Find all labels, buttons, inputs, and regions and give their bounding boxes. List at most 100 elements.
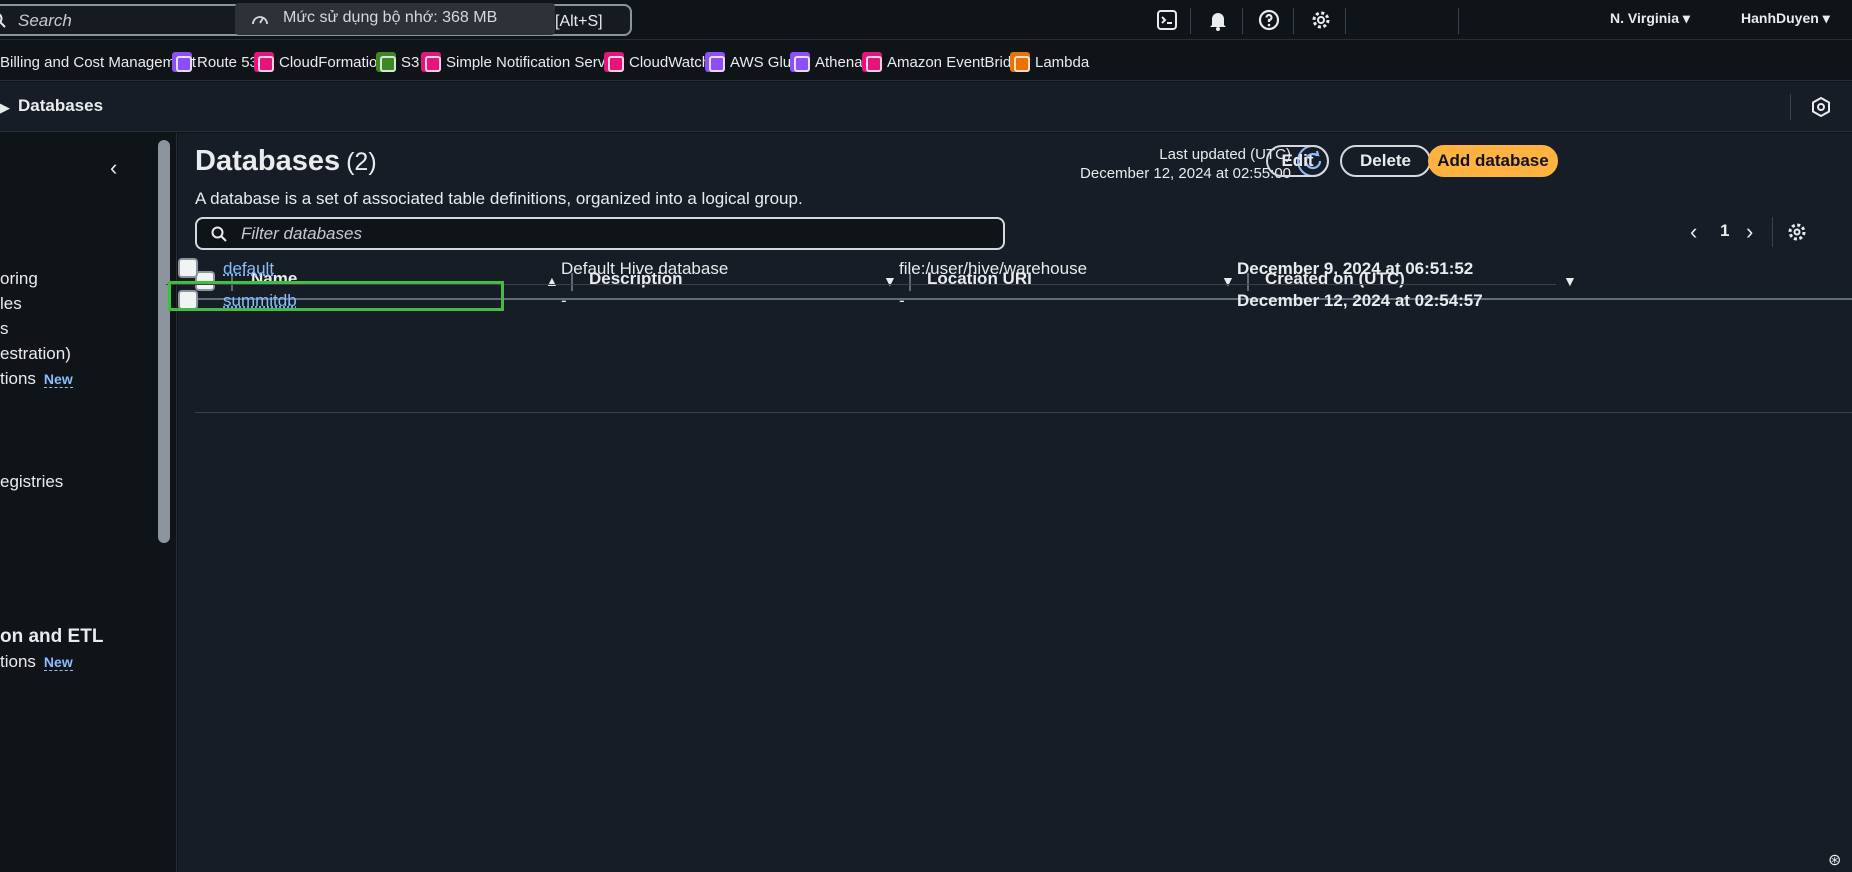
sort-icon[interactable]: ▼ [1563,273,1577,289]
toolbar-divider [1293,8,1294,34]
side-navigation: ‹ oring les s estration) tions New egistr… [0,133,155,872]
cloudformation-icon [254,52,274,72]
favorite-label: Billing and Cost Management [0,53,196,71]
table-row[interactable] [195,381,1852,413]
favorite-label: S3 [401,53,420,71]
favorite-label: Lambda [1035,53,1090,71]
delete-button[interactable]: Delete [1340,145,1431,177]
favorites-bar: Billing and Cost Management Route 53 Clo… [0,41,1852,81]
database-name-link[interactable]: default [223,259,274,279]
eventbridge-icon [862,52,882,72]
chevron-right-icon: ▶ [0,100,10,115]
database-location: - [899,291,905,310]
search-placeholder[interactable]: Search [18,11,72,31]
sidebar-item-label: tions [0,369,36,388]
help-icon[interactable] [1257,8,1281,32]
favorite-billing[interactable]: Billing and Cost Management [0,51,196,73]
new-badge: New [43,654,73,671]
last-updated: Last updated (UTC) December 12, 2024 at … [1028,145,1291,183]
favorite-label: Simple Notification Service [446,53,625,71]
table-preferences-gear-icon[interactable] [1786,221,1808,243]
scrollbar-thumb[interactable] [158,140,170,543]
last-updated-value: December 12, 2024 at 02:55:00 [1080,165,1291,182]
sidebar-item[interactable]: oring [0,269,38,289]
toolbar-divider [1458,8,1459,34]
favorite-label: Athena [815,53,863,71]
row-checkbox[interactable] [178,258,198,278]
memory-usage-tooltip: Mức sử dụng bộ nhớ: 368 MB [235,3,555,35]
favorite-sns[interactable]: Simple Notification Service [421,51,624,73]
item-count: (2) [346,148,377,176]
row-checkbox[interactable] [178,290,198,310]
favorite-cloudwatch[interactable]: CloudWatch [604,51,710,73]
toolbar-divider [1772,217,1773,247]
favorite-label: CloudWatch [629,53,711,71]
previous-page-button[interactable]: ‹ [1690,219,1697,245]
athena-icon [790,52,810,72]
top-nav-bar: Search [Alt+S] Mức sử dụng bộ nhớ: 368 M… [0,0,1852,40]
toolbar-divider [1190,8,1191,34]
last-updated-label: Last updated (UTC) [1159,146,1291,163]
search-icon [0,13,6,28]
gauge-icon [252,16,268,25]
toolbar-divider [1790,94,1791,120]
settings-gear-icon[interactable] [1309,8,1333,32]
lambda-icon [1010,52,1030,72]
favorite-label: Route 53 [197,53,258,71]
page-description: A database is a set of associated table … [195,189,803,208]
sidebar-section-heading: on and ETL [0,626,104,647]
page-title-text: Databases [195,145,341,177]
cloudshell-icon[interactable] [1155,8,1179,32]
sidebar-item[interactable]: s [0,319,9,339]
database-created-on: December 9, 2024 at 06:51:52 [1237,259,1474,278]
region-selector[interactable]: N. Virginia ▾ [1610,10,1690,27]
info-panel-icon[interactable] [1810,96,1832,118]
page-number[interactable]: 1 [1720,221,1729,241]
favorite-lambda[interactable]: Lambda [1010,51,1089,73]
favorite-athena[interactable]: Athena [790,51,863,73]
sidebar-item[interactable]: tions New [0,369,73,389]
sidebar-item[interactable]: tions New [0,652,73,672]
chevron-left-icon[interactable]: ‹ [110,155,117,181]
filter-databases-input[interactable]: Filter databases [195,217,1005,250]
table-row[interactable]: default Default Hive database file:/user… [166,253,1556,285]
sidebar-item[interactable]: estration) [0,344,71,364]
region-label: N. Virginia [1610,10,1679,26]
toolbar-divider [1242,8,1243,34]
database-description: Default Hive database [561,259,729,278]
glue-icon [705,52,725,72]
sidebar-item[interactable]: les [0,294,22,314]
route53-icon [172,52,192,72]
search-icon [211,226,227,242]
sidebar-item[interactable]: egistries [0,472,63,492]
account-menu[interactable]: HanhDuyen ▾ [1741,10,1830,27]
edit-button[interactable]: Edit [1266,145,1329,177]
favorite-s3[interactable]: S3 [376,51,419,73]
next-page-button[interactable]: › [1746,219,1753,245]
favorite-route53[interactable]: Route 53 [172,51,258,73]
bell-icon[interactable] [1206,8,1230,32]
memory-usage-text: Mức sử dụng bộ nhớ: 368 MB [283,9,498,26]
favorite-cloudformation[interactable]: CloudFormation [254,51,386,73]
filter-placeholder: Filter databases [241,224,362,243]
page-title: Databases (2) [195,145,377,178]
account-name: HanhDuyen [1741,10,1819,26]
search-shortcut: [Alt+S] [555,13,603,30]
cloudwatch-icon [604,52,624,72]
accessibility-icon: ⊛ [1828,852,1842,869]
database-description: - [561,291,567,310]
sidebar-item-label: tions [0,652,36,671]
database-created-on: December 12, 2024 at 02:54:57 [1237,291,1483,310]
table-row[interactable]: summitdb - - December 12, 2024 at 02:54:… [166,285,1556,317]
database-location: file:/user/hive/warehouse [899,259,1088,278]
favorite-label: CloudFormation [279,53,386,71]
toolbar-divider [1345,8,1346,34]
add-database-button[interactable]: Add database [1428,145,1558,177]
chevron-down-icon: ▾ [1822,10,1830,26]
database-name-link[interactable]: summitdb [223,291,297,311]
breadcrumb-current: Databases [18,96,104,115]
favorite-eventbridge[interactable]: Amazon EventBridge [862,51,1028,73]
breadcrumb: ▶ Databases [0,82,1852,132]
s3-icon [376,52,396,72]
favorite-glue[interactable]: AWS Glue [705,51,799,73]
